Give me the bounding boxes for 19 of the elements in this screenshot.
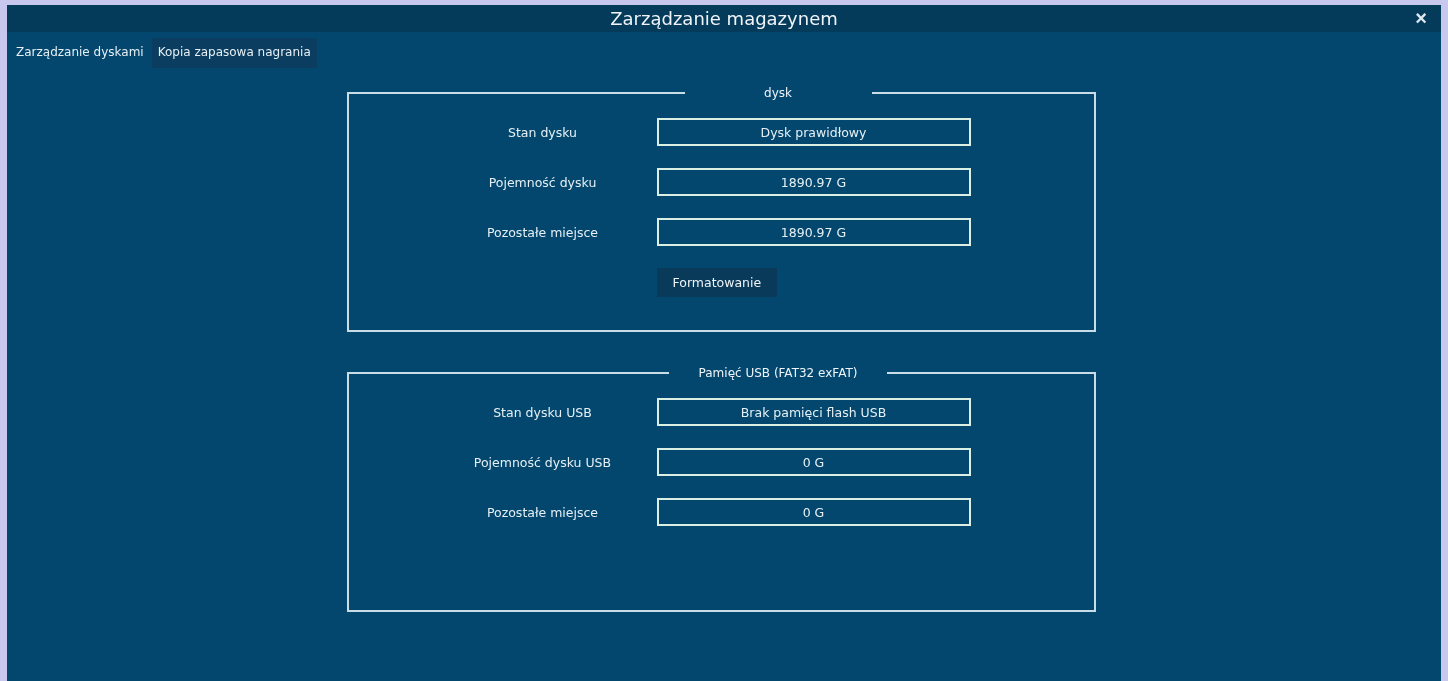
field-label: Pozostałe miejsce: [485, 504, 600, 520]
field-label: Pozostałe miejsce: [485, 224, 600, 240]
field-label: Pojemność dysku USB: [472, 454, 613, 470]
close-button[interactable]: ×: [1411, 7, 1431, 29]
value-field: 0 G: [656, 498, 971, 526]
format-button[interactable]: Formatowanie: [656, 268, 778, 297]
tab[interactable]: Zarządzanie dyskami: [10, 38, 150, 68]
value-field: Brak pamięci flash USB: [656, 398, 971, 426]
field-label: Stan dysku USB: [492, 404, 593, 420]
field-label: Pojemność dysku: [487, 174, 598, 190]
tab[interactable]: Kopia zapasowa nagrania: [151, 38, 317, 68]
field-label: Stan dysku: [507, 124, 578, 140]
value-field: Dysk prawidłowy: [656, 118, 971, 146]
value-field: 1890.97 G: [656, 218, 971, 246]
group-title: dysk: [763, 86, 793, 100]
value-field: 1890.97 G: [656, 168, 971, 196]
value-field: 0 G: [656, 448, 971, 476]
group-title: Pamięć USB (FAT32 exFAT): [697, 366, 859, 380]
window-title: Zarządzanie magazynem: [610, 8, 838, 29]
